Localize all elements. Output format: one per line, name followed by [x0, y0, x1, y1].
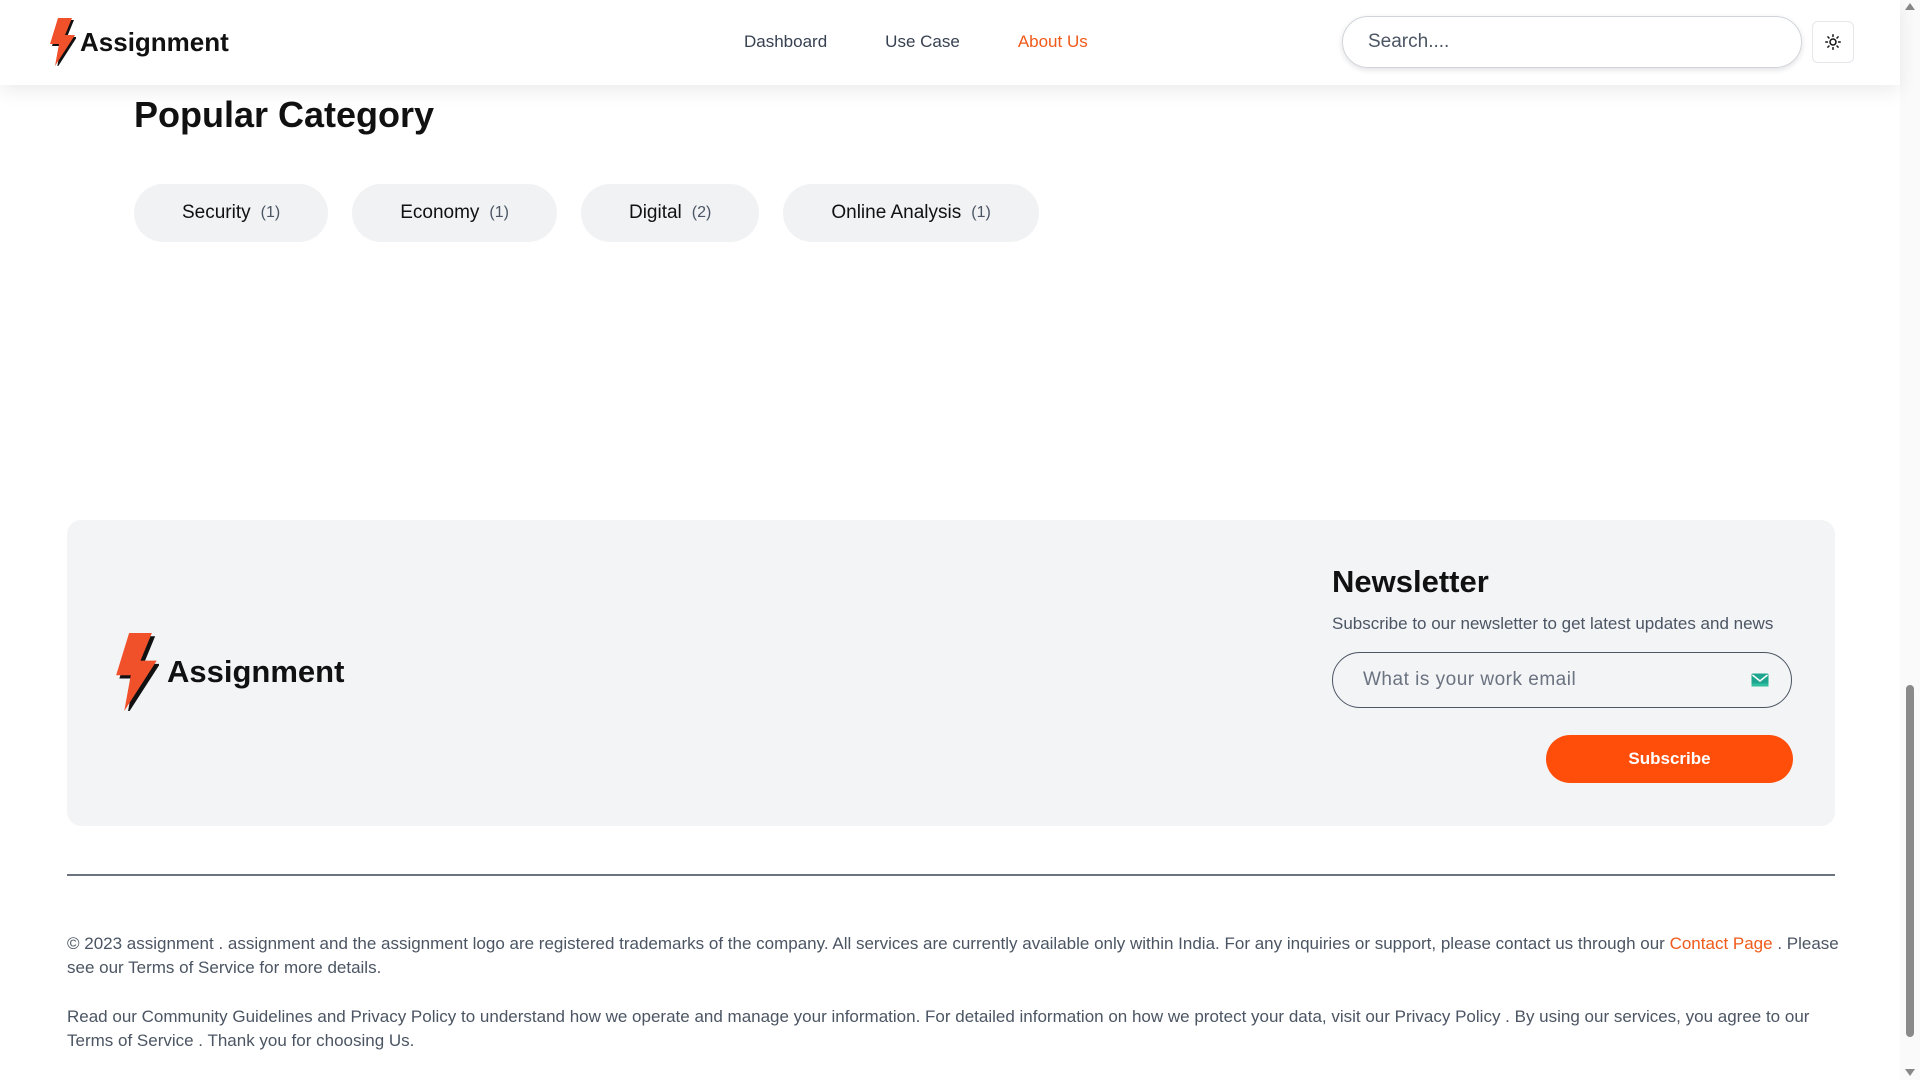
- newsletter-section: Newsletter Subscribe to our newsletter t…: [1332, 564, 1802, 708]
- category-label: Economy: [400, 202, 480, 223]
- newsletter-subtitle: Subscribe to our newsletter to get lates…: [1332, 614, 1774, 633]
- popular-category-title: Popular Category: [134, 94, 435, 135]
- category-label: Online Analysis: [831, 202, 962, 223]
- footer-brand-name: Assignment: [167, 654, 345, 689]
- scroll-down-arrow-icon[interactable]: [1905, 1069, 1915, 1076]
- category-label: Security: [182, 202, 251, 223]
- category-chip-economy[interactable]: Economy (1): [352, 184, 557, 242]
- category-chip-security[interactable]: Security (1): [134, 184, 329, 242]
- search-input[interactable]: [1368, 31, 1801, 53]
- category-count: (1): [971, 204, 991, 221]
- footer-card: Assignment Newsletter Subscribe to our n…: [67, 520, 1835, 826]
- contact-page-link[interactable]: Contact Page: [1670, 934, 1773, 953]
- lightning-logo-icon: [50, 18, 76, 66]
- category-count: (1): [260, 204, 281, 221]
- mail-icon: [1751, 673, 1769, 687]
- brand-name: Assignment: [80, 26, 229, 57]
- nav-use-case[interactable]: Use Case: [885, 32, 960, 52]
- category-chips: Security (1) Economy (1) Digital (2) Onl…: [134, 184, 1039, 242]
- category-chip-online-analysis[interactable]: Online Analysis (1): [783, 184, 1039, 242]
- category-count: (1): [489, 204, 509, 221]
- lightning-logo-icon: [116, 633, 159, 711]
- privacy-notice-text: Read our Community Guidelines and Privac…: [67, 1007, 1810, 1050]
- footer-brand-logo[interactable]: Assignment: [109, 633, 344, 711]
- brand-logo-link[interactable]: Assignment: [46, 18, 229, 66]
- footer-divider: [67, 874, 1835, 876]
- category-label: Digital: [628, 202, 682, 223]
- top-navbar: Assignment Dashboard Use Case About Us: [0, 0, 1900, 85]
- category-chip-digital[interactable]: Digital (2): [580, 184, 760, 242]
- newsletter-title: Newsletter: [1332, 564, 1489, 599]
- page-scrollbar[interactable]: [1900, 0, 1920, 1080]
- theme-toggle-button[interactable]: [1812, 21, 1854, 63]
- nav-dashboard[interactable]: Dashboard: [744, 32, 827, 52]
- main-nav: Dashboard Use Case About Us: [744, 32, 1088, 52]
- nav-about-us[interactable]: About Us: [1018, 32, 1088, 52]
- subscribe-button[interactable]: Subscribe: [1546, 735, 1793, 783]
- email-field[interactable]: [1363, 669, 1751, 691]
- scroll-up-arrow-icon[interactable]: [1905, 3, 1915, 10]
- scroll-thumb[interactable]: [1906, 685, 1914, 1037]
- copyright-text-part: © 2023 assignment . assignment and the a…: [67, 934, 1665, 953]
- sun-icon: [1825, 34, 1841, 50]
- search-box: [1342, 16, 1802, 68]
- copyright-text: © 2023 assignment . assignment and the a…: [67, 932, 1847, 980]
- email-field-wrapper: [1332, 652, 1792, 708]
- category-count: (2): [691, 204, 712, 221]
